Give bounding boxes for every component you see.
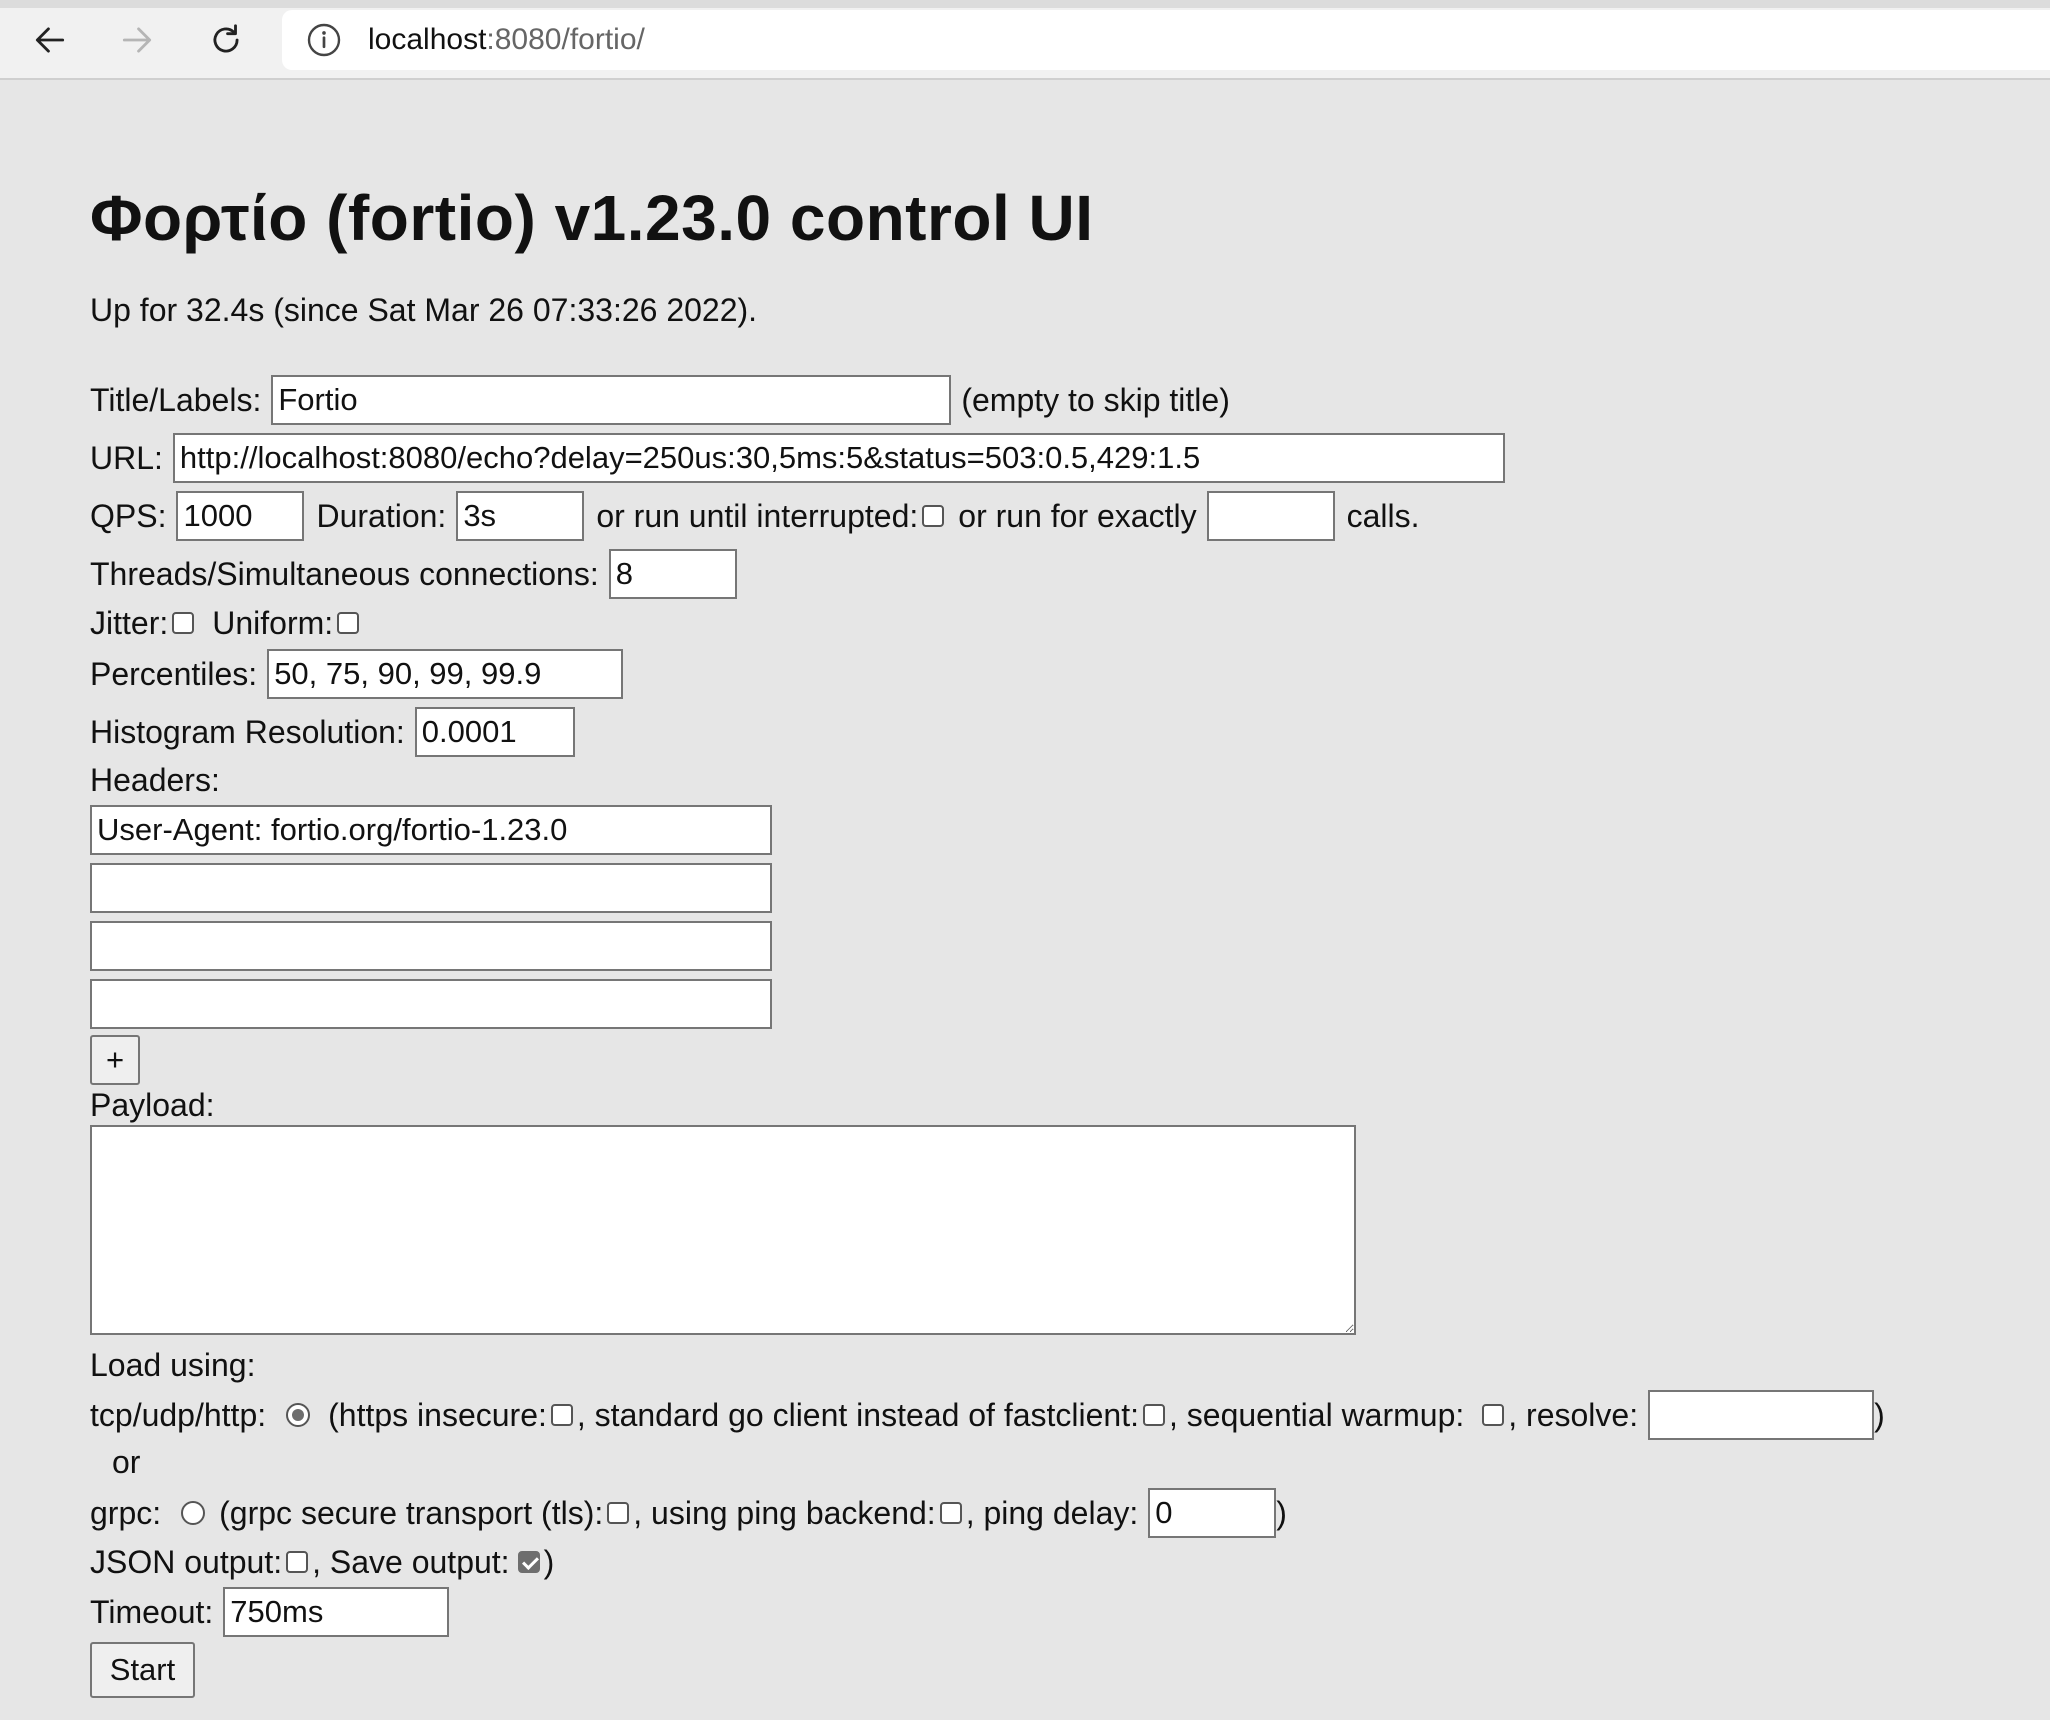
timeout-label: Timeout: <box>90 1594 214 1630</box>
ping-backend-checkbox[interactable] <box>939 1502 962 1524</box>
reload-button[interactable] <box>204 18 248 62</box>
load-using-row: Load using: <box>90 1345 255 1385</box>
until-interrupted-label: or run until interrupted: <box>596 498 919 534</box>
duration-input[interactable] <box>456 491 585 541</box>
warmup-label: , sequential warmup: <box>1169 1397 1465 1433</box>
qps-label: QPS: <box>90 498 167 534</box>
payload-label-row: Payload: <box>90 1085 215 1125</box>
url-row: URL: <box>90 433 1505 483</box>
grpc-tls-label: (grpc secure transport (tls): <box>219 1495 604 1531</box>
url-host: localhost <box>368 23 487 56</box>
header-input-2[interactable] <box>90 863 772 913</box>
grpc-label: grpc: <box>90 1495 162 1531</box>
histogram-row: Histogram Resolution: <box>90 707 575 757</box>
http-label: tcp/udp/http: <box>90 1397 267 1433</box>
arrow-right-icon <box>122 27 152 53</box>
add-header-button[interactable]: + <box>90 1035 140 1085</box>
forward-button[interactable] <box>115 18 159 62</box>
histogram-input[interactable] <box>414 707 575 757</box>
resolve-label: , resolve: <box>1508 1397 1639 1433</box>
title-row: Title/Labels: (empty to skip title) <box>90 375 1230 425</box>
url-label: URL: <box>90 440 163 476</box>
header-input-4[interactable] <box>90 979 772 1029</box>
title-input[interactable] <box>271 375 952 425</box>
jitter-label: Jitter: <box>90 605 169 641</box>
headers-label: Headers: <box>90 762 220 798</box>
json-output-label: JSON output: <box>90 1544 283 1580</box>
ping-delay-input[interactable] <box>1148 1488 1277 1538</box>
info-icon[interactable] <box>306 22 342 58</box>
payload-label: Payload: <box>90 1087 215 1123</box>
arrow-left-icon <box>35 27 65 53</box>
http-row: tcp/udp/http: (https insecure: , standar… <box>90 1390 1885 1440</box>
jitter-checkbox[interactable] <box>172 612 195 634</box>
threads-label: Threads/Simultaneous connections: <box>90 556 599 592</box>
stdclient-label: , standard go client instead of fastclie… <box>576 1397 1139 1433</box>
uptime-row: Up for 32.4s (since Sat Mar 26 07:33:26 … <box>90 290 757 330</box>
percentiles-label: Percentiles: <box>90 656 258 692</box>
page-title: Φορτίο (fortio) v1.23.0 control UI <box>90 182 1094 254</box>
histogram-label: Histogram Resolution: <box>90 714 405 750</box>
jitter-row: Jitter: Uniform: <box>90 603 363 643</box>
tab-strip-edge <box>0 0 2050 8</box>
url-path: :8080/fortio/ <box>486 23 645 56</box>
uniform-checkbox[interactable] <box>337 612 360 634</box>
headers-label-row: Headers: <box>90 760 220 800</box>
browser-toolbar: localhost:8080/fortio/ <box>0 0 2050 80</box>
json-output-checkbox[interactable] <box>286 1551 309 1573</box>
or-row: or <box>112 1442 140 1482</box>
start-button[interactable]: Start <box>90 1642 195 1698</box>
output-row: JSON output: , Save output: ) <box>90 1542 554 1582</box>
grpc-radio[interactable] <box>181 1501 206 1525</box>
ping-backend-label: , using ping backend: <box>633 1495 936 1531</box>
qps-input[interactable] <box>176 491 305 541</box>
https-insecure-checkbox[interactable] <box>550 1404 573 1426</box>
reload-icon <box>213 24 239 53</box>
output-close-paren: ) <box>543 1544 555 1580</box>
header-input-3[interactable] <box>90 921 772 971</box>
until-interrupted-checkbox[interactable] <box>922 505 945 527</box>
duration-label: Duration: <box>316 498 447 534</box>
percentiles-row: Percentiles: <box>90 649 624 699</box>
save-output-checkbox[interactable] <box>517 1551 540 1573</box>
address-bar[interactable]: localhost:8080/fortio/ <box>282 10 2050 70</box>
threads-input[interactable] <box>608 549 737 599</box>
back-button[interactable] <box>28 18 72 62</box>
http-radio[interactable] <box>286 1403 311 1427</box>
exactly-label: or run for exactly <box>958 498 1197 534</box>
resolve-input[interactable] <box>1648 1390 1875 1440</box>
http-close-paren: ) <box>1874 1397 1885 1433</box>
load-using-label: Load using: <box>90 1347 256 1383</box>
qps-row: QPS: Duration: or run until interrupted:… <box>90 491 1419 541</box>
url-input[interactable] <box>172 433 1505 483</box>
ping-delay-label: , ping delay: <box>965 1495 1139 1531</box>
timeout-input[interactable] <box>223 1587 450 1637</box>
title-label: Title/Labels: <box>90 382 262 418</box>
payload-textarea[interactable] <box>90 1125 1356 1335</box>
grpc-row: grpc: (grpc secure transport (tls): , us… <box>90 1488 1287 1538</box>
timeout-row: Timeout: <box>90 1587 450 1637</box>
threads-row: Threads/Simultaneous connections: <box>90 549 737 599</box>
warmup-checkbox[interactable] <box>1482 1404 1505 1426</box>
grpc-tls-checkbox[interactable] <box>607 1502 630 1524</box>
percentiles-input[interactable] <box>267 649 624 699</box>
calls-label: calls. <box>1346 498 1420 534</box>
stdclient-checkbox[interactable] <box>1143 1404 1165 1426</box>
exactly-calls-input[interactable] <box>1206 491 1335 541</box>
uniform-label: Uniform: <box>212 605 334 641</box>
or-label: or <box>112 1444 141 1480</box>
grpc-close-paren: ) <box>1276 1495 1287 1531</box>
https-insecure-label: (https insecure: <box>328 1397 547 1433</box>
uptime-text: Up for 32.4s (since Sat Mar 26 07:33:26 … <box>90 292 758 328</box>
title-hint: (empty to skip title) <box>961 382 1230 418</box>
header-input-1[interactable] <box>90 805 772 855</box>
save-output-label: , Save output: <box>312 1544 510 1580</box>
